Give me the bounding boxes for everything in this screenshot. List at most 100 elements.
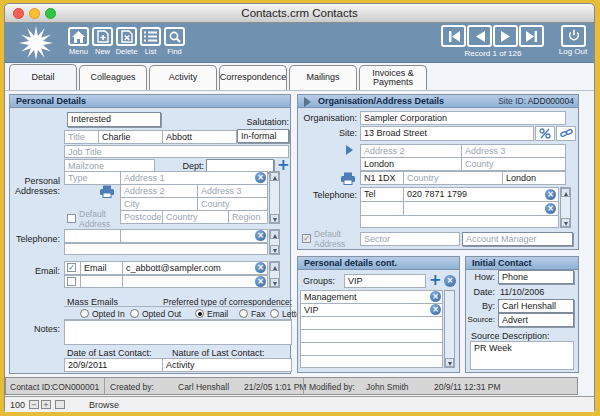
- pref-fax-radio[interactable]: [239, 309, 248, 318]
- first-record-button[interactable]: [441, 25, 466, 47]
- opted-in-radio[interactable]: [80, 309, 89, 318]
- tab-mailings[interactable]: Mailings: [289, 65, 357, 90]
- zoom-out-icon[interactable]: −: [29, 400, 39, 409]
- groups-scrollbar[interactable]: [444, 290, 455, 368]
- how-field[interactable]: Phone: [498, 270, 574, 284]
- tab-invoices-payments[interactable]: Invoices & Payments: [359, 65, 427, 90]
- groups-input[interactable]: VIP: [344, 274, 426, 288]
- delete-button[interactable]: Delete: [115, 27, 138, 56]
- org-county-field[interactable]: County: [461, 157, 566, 171]
- postcode-field[interactable]: Postcode: [120, 210, 163, 224]
- org-phone-scrollbar[interactable]: [560, 187, 571, 228]
- opted-out-radio[interactable]: [130, 309, 139, 318]
- delete-email-icon[interactable]: ×: [255, 262, 266, 273]
- by-field[interactable]: Carl Henshall: [498, 299, 574, 313]
- scroll-down-icon[interactable]: [561, 218, 570, 227]
- phone-type-field[interactable]: [64, 229, 121, 243]
- org-phone-type-field[interactable]: Tel: [360, 187, 404, 202]
- delete-org-phone2-icon[interactable]: ×: [545, 203, 556, 214]
- org-address3-field[interactable]: Address 3: [461, 144, 566, 158]
- site-field[interactable]: 13 Broad Street: [360, 126, 534, 141]
- phone-scrollbar[interactable]: [269, 229, 280, 255]
- delete-org-phone-icon[interactable]: ×: [545, 189, 556, 200]
- group-item-empty[interactable]: [300, 342, 443, 356]
- org-default-address-checkbox[interactable]: ✓: [302, 234, 311, 243]
- layout-mode-icon[interactable]: [55, 400, 65, 409]
- group-item[interactable]: VIP: [300, 303, 443, 317]
- find-button[interactable]: Find: [163, 27, 186, 56]
- org-phone3-field[interactable]: [360, 215, 559, 228]
- source-field[interactable]: Advert: [498, 313, 574, 327]
- scroll-down-icon[interactable]: [270, 214, 279, 223]
- menu-button[interactable]: Menu: [67, 27, 90, 56]
- list-button[interactable]: List: [139, 27, 162, 56]
- address-type-field[interactable]: Type: [64, 171, 121, 185]
- job-title-field[interactable]: Job Title: [64, 145, 289, 158]
- previous-record-button[interactable]: [467, 25, 492, 47]
- zoom-in-icon[interactable]: +: [41, 400, 51, 409]
- nature-last-contact-field[interactable]: Activity: [162, 358, 292, 372]
- email-scrollbar[interactable]: [269, 261, 280, 288]
- org-phone2-type-field[interactable]: [360, 201, 404, 216]
- scroll-down-icon[interactable]: [270, 245, 279, 254]
- title-field[interactable]: Title: [64, 130, 99, 144]
- pref-letter-radio[interactable]: [270, 309, 279, 318]
- last-record-button[interactable]: [519, 25, 544, 47]
- salutation-dropdown[interactable]: In-formal: [237, 129, 289, 143]
- sector-field[interactable]: Sector: [360, 232, 460, 246]
- interested-dropdown[interactable]: Interested: [67, 112, 161, 127]
- org-city-field[interactable]: London: [360, 157, 462, 171]
- group-item[interactable]: Management: [300, 290, 443, 304]
- organisation-field[interactable]: Sampler Corporation: [360, 111, 566, 125]
- tab-activity[interactable]: Activity: [149, 65, 217, 90]
- email-address-field[interactable]: c_abbott@sampler.com: [122, 261, 268, 275]
- site-link-button[interactable]: [556, 126, 576, 141]
- print-org-address-icon[interactable]: [340, 172, 356, 185]
- phone-row2-field[interactable]: [64, 243, 268, 255]
- email2-address-field[interactable]: [122, 275, 268, 288]
- print-address-icon[interactable]: [99, 185, 115, 198]
- group-item-empty[interactable]: [300, 329, 443, 343]
- date-last-contact-field[interactable]: 20/9/2011: [64, 358, 163, 372]
- group-item-empty[interactable]: [300, 355, 443, 368]
- org-phone2-number-field[interactable]: [403, 201, 559, 216]
- clear-group-icon[interactable]: ×: [444, 275, 456, 287]
- city-field[interactable]: City: [120, 197, 198, 211]
- scroll-down-icon[interactable]: [445, 358, 454, 367]
- org-region-field[interactable]: London: [502, 171, 566, 185]
- county-field[interactable]: County: [197, 197, 268, 211]
- email-type-field[interactable]: Email: [80, 261, 123, 275]
- org-postcode-field[interactable]: N1 1DX: [360, 171, 404, 185]
- scroll-up-icon[interactable]: [270, 262, 279, 271]
- email2-default-checkbox[interactable]: [67, 277, 76, 286]
- email2-type-field[interactable]: [80, 275, 123, 288]
- phone-number-field[interactable]: [120, 229, 268, 243]
- account-manager-field[interactable]: Account Manager: [462, 232, 573, 246]
- address3-field[interactable]: Address 3: [197, 184, 268, 198]
- delete-email2-icon[interactable]: ×: [255, 276, 266, 287]
- source-description-textarea[interactable]: PR Week: [470, 341, 574, 370]
- scroll-up-icon[interactable]: [561, 188, 570, 197]
- first-name-field[interactable]: Charlie: [98, 130, 163, 144]
- address1-field[interactable]: Address 1: [120, 171, 268, 185]
- delete-phone-icon[interactable]: ×: [255, 230, 266, 241]
- scroll-up-icon[interactable]: [270, 172, 279, 181]
- tab-correspondence[interactable]: Correspondence: [219, 65, 287, 90]
- org-country-field[interactable]: Country: [403, 171, 503, 185]
- scroll-down-icon[interactable]: [270, 278, 279, 287]
- delete-group-icon[interactable]: ×: [430, 291, 441, 302]
- address2-field[interactable]: Address 2: [120, 184, 198, 198]
- org-phone-number-field[interactable]: 020 7871 1799: [403, 187, 559, 202]
- org-address2-field[interactable]: Address 2: [360, 144, 462, 158]
- pref-email-radio[interactable]: [195, 309, 204, 318]
- scroll-up-icon[interactable]: [270, 230, 279, 239]
- tab-colleagues[interactable]: Colleagues: [79, 65, 147, 90]
- expand-panel-icon[interactable]: [304, 97, 311, 107]
- add-group-icon[interactable]: +: [429, 274, 442, 287]
- delete-group-icon[interactable]: ×: [430, 304, 441, 315]
- address-chevron-icon[interactable]: [346, 145, 353, 155]
- logout-button[interactable]: [561, 25, 586, 47]
- group-item-empty[interactable]: [300, 316, 443, 330]
- country-field[interactable]: Country: [162, 210, 229, 224]
- notes-textarea[interactable]: [64, 320, 292, 345]
